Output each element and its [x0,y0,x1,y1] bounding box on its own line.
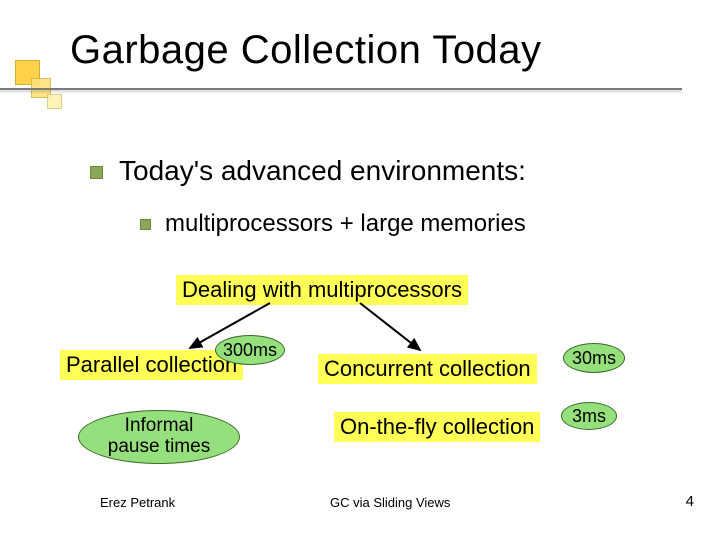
square-bullet-icon [90,166,103,179]
bullet-level2: multiprocessors + large memories [140,210,526,238]
slide-title-area: Garbage Collection Today [30,28,670,73]
title-decor-icon [15,60,60,110]
bullet-level1-text: Today's advanced environments: [119,155,526,186]
footer-author: Erez Petrank [100,495,175,510]
page-number: 4 [686,493,694,510]
box-concurrent: Concurrent collection [318,354,537,384]
bullet-level1: Today's advanced environments: [90,155,526,187]
pause-time-30: 30ms [563,343,625,373]
title-underline [0,88,682,90]
arrows-overlay [0,0,720,540]
pause-time-3: 3ms [561,402,617,430]
bullet-level2-text: multiprocessors + large memories [165,210,526,237]
box-onthefly: On-the-fly collection [334,412,540,442]
informal-pause-times-bubble: Informal pause times [78,410,240,464]
box-dealing: Dealing with multiprocessors [176,275,468,305]
slide-title: Garbage Collection Today [70,28,670,73]
informal-line2: pause times [108,436,210,457]
informal-line1: Informal [125,415,194,436]
pause-time-300: 300ms [215,335,285,365]
square-bullet-icon [140,219,151,230]
footer-title: GC via Sliding Views [330,495,450,510]
